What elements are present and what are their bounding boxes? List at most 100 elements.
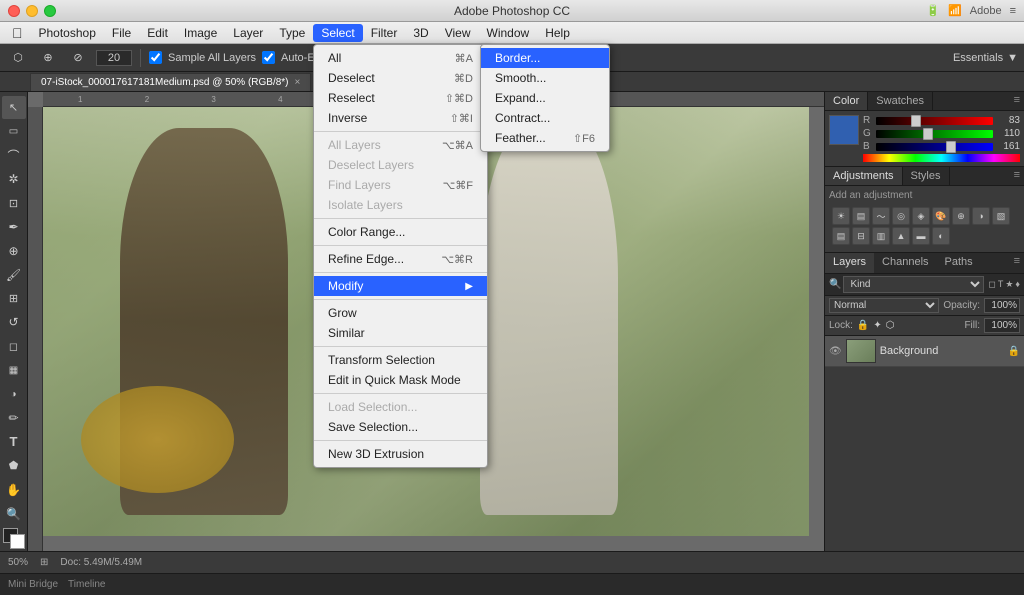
edit-menu[interactable]: Edit — [139, 24, 176, 42]
zoom-tool[interactable]: 🔍 — [2, 502, 26, 525]
timeline-tab[interactable]: Timeline — [68, 579, 105, 590]
adjustments-menu-icon[interactable]: ≡ — [1010, 167, 1024, 185]
type-menu[interactable]: Type — [271, 24, 313, 42]
color-tab[interactable]: Color — [825, 92, 868, 110]
filter-menu[interactable]: Filter — [363, 24, 406, 42]
channels-tab[interactable]: Channels — [874, 253, 936, 273]
channel-mix-adj[interactable]: ▤ — [832, 227, 850, 245]
hsl-adj[interactable]: 🎨 — [932, 207, 950, 225]
sample-all-layers-checkbox[interactable] — [149, 51, 162, 64]
pen-tool[interactable]: ✏ — [2, 407, 26, 430]
photo-filter-adj[interactable]: ▧ — [992, 207, 1010, 225]
invert-adj[interactable]: ⊟ — [852, 227, 870, 245]
gradient-map-adj[interactable]: ▬ — [912, 227, 930, 245]
green-slider[interactable] — [876, 130, 993, 138]
window-menu[interactable]: Window — [479, 24, 538, 42]
blue-slider[interactable] — [876, 143, 993, 151]
photoshop-menu[interactable]: Photoshop — [31, 24, 104, 42]
tab-close-icon[interactable]: × — [295, 77, 301, 88]
posterize-adj[interactable]: ▥ — [872, 227, 890, 245]
swatches-tab[interactable]: Swatches — [868, 92, 933, 110]
zoom-fit-icon[interactable]: ⊞ — [40, 557, 48, 568]
essentials-control[interactable]: Essentials ▼ — [953, 52, 1018, 64]
opacity-input[interactable] — [984, 298, 1020, 313]
close-button[interactable] — [8, 5, 20, 17]
eyedropper-tool[interactable]: ✒ — [2, 215, 26, 238]
background-color[interactable] — [10, 534, 25, 549]
crop-tool[interactable]: ⊡ — [2, 192, 26, 215]
lasso-tool[interactable]: ⌒ — [2, 144, 26, 167]
magic-wand-tool[interactable]: ✲ — [2, 168, 26, 191]
layers-menu-icon[interactable]: ≡ — [1010, 253, 1024, 273]
lock-move-icon[interactable]: ✦ — [873, 320, 881, 331]
path-tool[interactable]: ⬟ — [2, 454, 26, 477]
stamp-tool[interactable]: ⊞ — [2, 287, 26, 310]
filter-icon-2[interactable]: T — [998, 279, 1004, 290]
options-bar: ⬡ ⊕ ⊘ Sample All Layers Auto-Enhance Ess… — [0, 44, 1024, 72]
right-panel: Color Swatches ≡ R 83 G — [824, 92, 1024, 551]
heal-tool[interactable]: ⊕ — [2, 239, 26, 262]
lock-pixels-icon[interactable]: 🔒 — [857, 320, 869, 331]
levels-adj[interactable]: ▤ — [852, 207, 870, 225]
brush-size-input[interactable] — [96, 50, 132, 66]
selective-color-adj[interactable]: ◐ — [932, 227, 950, 245]
filter-icon-3[interactable]: ★ — [1005, 279, 1013, 290]
foreground-background-colors[interactable] — [3, 528, 25, 549]
history-tool[interactable]: ↺ — [2, 311, 26, 334]
minimize-button[interactable] — [26, 5, 38, 17]
vibrance-adj[interactable]: ◈ — [912, 207, 930, 225]
styles-tab[interactable]: Styles — [903, 167, 950, 185]
text-tool[interactable]: T — [2, 430, 26, 453]
background-layer-row[interactable]: 👁 Background 🔒 — [825, 336, 1024, 367]
layers-tab[interactable]: Layers — [825, 253, 874, 273]
mini-bridge-tab[interactable]: Mini Bridge — [8, 579, 58, 590]
threshold-adj[interactable]: ▲ — [892, 227, 910, 245]
adjustments-tab[interactable]: Adjustments — [825, 167, 903, 185]
blue-thumb[interactable] — [946, 141, 956, 153]
brightness-adj[interactable]: ☀ — [832, 207, 850, 225]
apple-menu[interactable]:  — [4, 25, 31, 41]
color-spectrum[interactable] — [863, 154, 1020, 162]
help-menu[interactable]: Help — [537, 24, 578, 42]
blue-slider-row: B 161 — [863, 141, 1020, 152]
tool-icon-2[interactable]: ⊕ — [36, 46, 60, 70]
select-menu-item[interactable]: Select — [313, 24, 362, 42]
dodge-tool[interactable]: ◑ — [2, 383, 26, 406]
panel-menu-icon[interactable]: ≡ — [1010, 92, 1024, 110]
document-tab[interactable]: 07-iStock_000017617181Medium.psd @ 50% (… — [30, 73, 311, 91]
fill-input[interactable] — [984, 318, 1020, 333]
file-menu[interactable]: File — [104, 24, 139, 42]
person-right — [480, 120, 618, 515]
filter-icon-1[interactable]: ◻ — [988, 279, 995, 290]
filter-icon-4[interactable]: ♦ — [1015, 279, 1020, 290]
paths-tab[interactable]: Paths — [937, 253, 981, 273]
lock-all-icon[interactable]: ⬡ — [886, 320, 895, 331]
foreground-swatch[interactable] — [829, 115, 859, 145]
canvas-image[interactable] — [43, 107, 809, 536]
red-thumb[interactable] — [911, 115, 921, 127]
hand-tool[interactable]: ✋ — [2, 478, 26, 501]
layer-visibility-icon[interactable]: 👁 — [829, 346, 842, 357]
green-thumb[interactable] — [923, 128, 933, 140]
bw-adj[interactable]: ◑ — [972, 207, 990, 225]
marquee-tool[interactable]: ▭ — [2, 120, 26, 143]
red-slider[interactable] — [876, 117, 993, 125]
eraser-tool[interactable]: ◻ — [2, 335, 26, 358]
tool-icon-3[interactable]: ⊘ — [66, 46, 90, 70]
blend-mode-select[interactable]: Normal — [829, 298, 939, 313]
g-label: G — [863, 128, 873, 139]
curves-adj[interactable]: 〜 — [872, 207, 890, 225]
move-tool[interactable]: ↖ — [2, 96, 26, 119]
3d-menu[interactable]: 3D — [405, 24, 436, 42]
exposure-adj[interactable]: ◎ — [892, 207, 910, 225]
gradient-tool[interactable]: ▦ — [2, 359, 26, 382]
image-menu[interactable]: Image — [176, 24, 225, 42]
colorbal-adj[interactable]: ⊕ — [952, 207, 970, 225]
tool-icon-1[interactable]: ⬡ — [6, 46, 30, 70]
brush-tool[interactable]: 🖌 — [2, 263, 26, 286]
auto-enhance-checkbox[interactable] — [262, 51, 275, 64]
layer-menu[interactable]: Layer — [225, 24, 271, 42]
view-menu[interactable]: View — [437, 24, 479, 42]
maximize-button[interactable] — [44, 5, 56, 17]
layers-kind-select[interactable]: Kind — [843, 276, 984, 293]
